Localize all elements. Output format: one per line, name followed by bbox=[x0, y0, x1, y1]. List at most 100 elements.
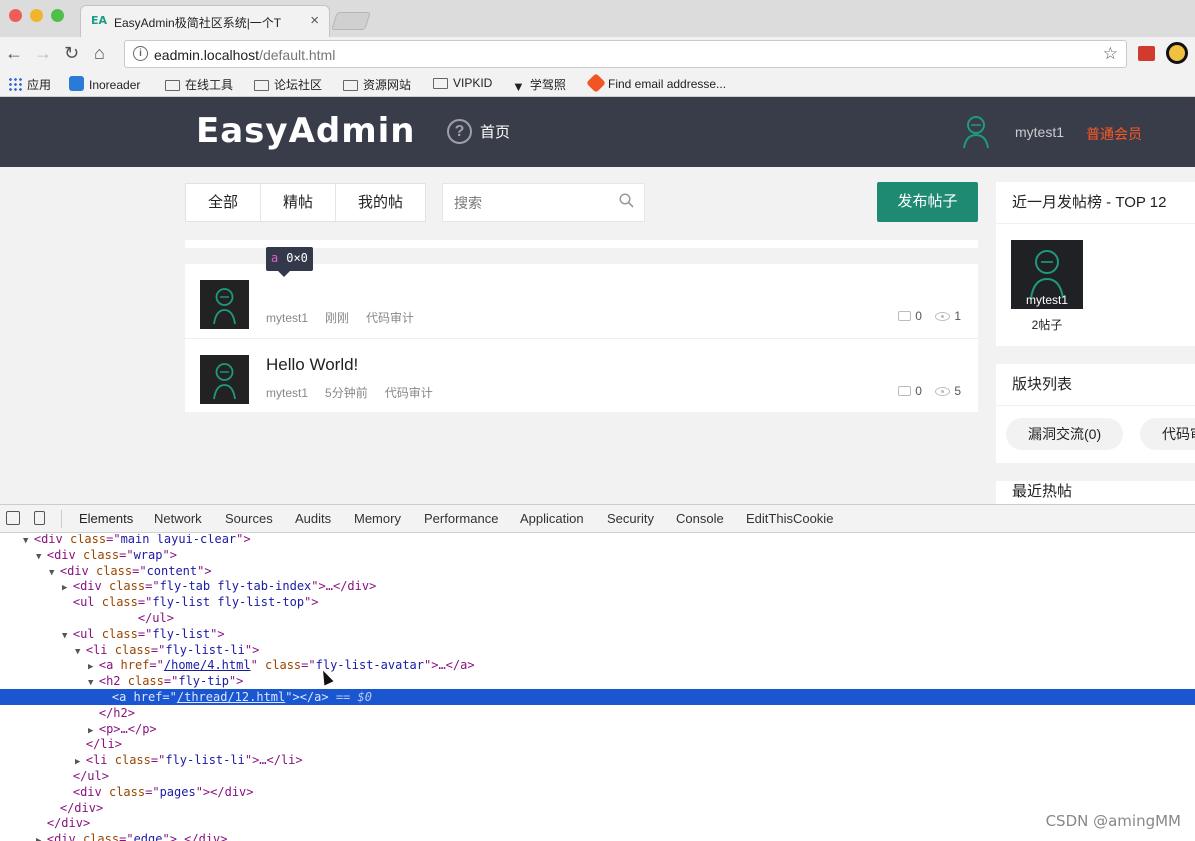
post-author[interactable]: mytest1 bbox=[266, 311, 308, 325]
dom-node-line[interactable]: ▶ <p>…</p> bbox=[0, 721, 1195, 737]
expand-arrow-icon[interactable]: ▶ bbox=[75, 757, 86, 767]
devtools-tab-editthiscookie[interactable]: EditThisCookie bbox=[746, 511, 833, 526]
new-post-button[interactable]: 发布帖子 bbox=[877, 182, 978, 222]
collapse-arrow-icon[interactable] bbox=[62, 773, 73, 783]
avatar[interactable]: mytest1 bbox=[1011, 240, 1083, 309]
collapse-arrow-icon[interactable]: ▼ bbox=[88, 678, 99, 688]
inspect-element-icon[interactable] bbox=[6, 511, 20, 525]
dom-node-line[interactable]: ▼ <div class="content"> bbox=[0, 563, 1195, 579]
info-icon[interactable]: i bbox=[133, 46, 148, 61]
reload-icon[interactable]: ↻ bbox=[64, 43, 79, 64]
dom-node-line[interactable]: <ul class="fly-list fly-list-top"> bbox=[0, 594, 1195, 610]
collapse-arrow-icon[interactable] bbox=[88, 710, 99, 720]
dom-node-line[interactable]: ▼ <div class="wrap"> bbox=[0, 547, 1195, 563]
devtools-tab-sources[interactable]: Sources bbox=[225, 511, 273, 526]
devtools-tab-network[interactable]: Network bbox=[154, 511, 202, 526]
collapse-arrow-icon[interactable]: ▼ bbox=[75, 647, 86, 657]
dom-node-line[interactable]: ▼ <div class="main layui-clear"> bbox=[0, 534, 1195, 547]
post-title-link[interactable]: Hello World! bbox=[266, 355, 358, 375]
bookmark-apps[interactable]: 应用 bbox=[8, 76, 51, 93]
forum-tag[interactable]: 漏洞交流(0) bbox=[1006, 418, 1124, 450]
top-user-card[interactable]: mytest1 2帖子 bbox=[1011, 240, 1083, 333]
collapse-arrow-icon[interactable]: ▼ bbox=[49, 568, 60, 578]
bookmark-driving[interactable]: ▼ 学驾照 bbox=[512, 76, 566, 94]
devtools-tab-performance[interactable]: Performance bbox=[424, 511, 498, 526]
post-author[interactable]: mytest1 bbox=[266, 386, 308, 400]
author-avatar[interactable] bbox=[200, 280, 249, 329]
dom-node-line[interactable]: <div class="pages"></div> bbox=[0, 784, 1195, 800]
bookmark-inoreader[interactable]: Inoreader bbox=[69, 76, 140, 92]
tag-name: </ul> bbox=[137, 611, 174, 625]
dom-node-line[interactable]: ▶ <a href="/home/4.html" class="fly-list… bbox=[0, 657, 1195, 673]
dom-node-line[interactable]: ▶ <div class="fly-tab fly-tab-index">…</… bbox=[0, 578, 1195, 594]
dom-node-line[interactable]: ▼ <h2 class="fly-tip"> bbox=[0, 673, 1195, 689]
author-avatar[interactable] bbox=[200, 355, 249, 404]
maximize-window-button[interactable] bbox=[51, 9, 64, 22]
bookmark-star-icon[interactable]: ☆ bbox=[1103, 44, 1118, 64]
close-window-button[interactable] bbox=[9, 9, 22, 22]
new-tab-button[interactable] bbox=[331, 12, 371, 30]
bookmark-folder-forums[interactable]: 论坛社区 bbox=[254, 76, 322, 93]
tab-close-icon[interactable]: × bbox=[310, 12, 319, 29]
collapse-arrow-icon[interactable] bbox=[36, 820, 47, 830]
site-logo[interactable]: EasyAdmin bbox=[196, 111, 416, 151]
devtools-tab-application[interactable]: Application bbox=[520, 511, 584, 526]
dom-node-line[interactable]: </div> bbox=[0, 815, 1195, 831]
search-box bbox=[442, 183, 645, 222]
extension-icon[interactable] bbox=[1138, 46, 1155, 61]
user-avatar-icon[interactable] bbox=[962, 115, 990, 149]
browser-tab[interactable]: EA EasyAdmin极简社区系统|一个T × bbox=[80, 5, 330, 37]
collapse-arrow-icon[interactable] bbox=[49, 805, 60, 815]
back-arrow-icon[interactable]: ← bbox=[5, 43, 23, 64]
home-icon[interactable]: ⌂ bbox=[94, 43, 105, 64]
dom-node-line[interactable]: </ul> bbox=[0, 610, 1195, 626]
device-toolbar-icon[interactable] bbox=[34, 511, 45, 525]
expand-arrow-icon[interactable]: ▶ bbox=[62, 583, 73, 593]
tab-featured[interactable]: 精帖 bbox=[261, 184, 336, 221]
dom-node-line[interactable]: ▼ <li class="fly-list-li"> bbox=[0, 642, 1195, 658]
header-username[interactable]: mytest1 bbox=[1015, 124, 1064, 140]
collapse-arrow-icon[interactable]: ▼ bbox=[23, 536, 34, 546]
bookmark-folder-resources[interactable]: 资源网站 bbox=[343, 76, 411, 93]
dom-node-line[interactable]: </ul> bbox=[0, 768, 1195, 784]
collapse-arrow-icon[interactable]: ▼ bbox=[36, 552, 47, 562]
dom-node-line[interactable]: ▶ <li class="fly-list-li">…</li> bbox=[0, 752, 1195, 768]
dom-node-line[interactable]: ▼ <ul class="fly-list"> bbox=[0, 626, 1195, 642]
tab-my-posts[interactable]: 我的帖 bbox=[336, 184, 425, 221]
collapse-arrow-icon[interactable] bbox=[75, 741, 86, 751]
tab-all[interactable]: 全部 bbox=[186, 184, 261, 221]
dom-node-line[interactable]: </div> bbox=[0, 800, 1195, 816]
tooltip-tag: a bbox=[271, 251, 279, 265]
forward-arrow-icon[interactable]: → bbox=[34, 43, 52, 64]
nav-home-link[interactable]: ? 首页 bbox=[447, 119, 510, 145]
minimize-window-button[interactable] bbox=[30, 9, 43, 22]
forum-tag[interactable]: 代码审 bbox=[1140, 418, 1195, 450]
omnibox[interactable]: i eadmin.localhost/default.html ☆ bbox=[124, 40, 1127, 68]
expand-arrow-icon[interactable]: ▶ bbox=[36, 836, 47, 841]
devtools-tab-security[interactable]: Security bbox=[607, 511, 654, 526]
collapse-arrow-icon[interactable] bbox=[101, 694, 112, 704]
tag-close: >…</li> bbox=[252, 753, 303, 768]
search-icon[interactable] bbox=[619, 193, 634, 208]
url-text[interactable]: eadmin.localhost/default.html bbox=[154, 47, 335, 63]
dom-node-line[interactable]: <a href="/thread/12.html"></a> == $0 bbox=[0, 689, 1195, 705]
bookmark-find-email[interactable]: Find email addresse... bbox=[586, 73, 726, 93]
devtools-tab-audits[interactable]: Audits bbox=[295, 511, 331, 526]
devtools-tab-elements[interactable]: Elements bbox=[79, 511, 133, 526]
search-input[interactable] bbox=[443, 184, 613, 221]
collapse-arrow-icon[interactable] bbox=[62, 789, 73, 799]
dom-node-line[interactable]: </li> bbox=[0, 736, 1195, 752]
bookmark-folder-vipkid[interactable]: VIPKID bbox=[433, 76, 492, 90]
devtools-tab-memory[interactable]: Memory bbox=[354, 511, 401, 526]
collapse-arrow-icon[interactable] bbox=[127, 615, 138, 625]
comment-count: 0 bbox=[915, 309, 922, 323]
dom-node-line[interactable]: </h2> bbox=[0, 705, 1195, 721]
bookmark-folder-tools[interactable]: 在线工具 bbox=[165, 76, 233, 93]
expand-arrow-icon[interactable]: ▶ bbox=[88, 726, 99, 736]
collapse-arrow-icon[interactable] bbox=[62, 599, 73, 609]
devtools-tab-console[interactable]: Console bbox=[676, 511, 724, 526]
profile-avatar-icon[interactable] bbox=[1166, 42, 1188, 64]
collapse-arrow-icon[interactable]: ▼ bbox=[62, 631, 73, 641]
expand-arrow-icon[interactable]: ▶ bbox=[88, 662, 99, 672]
dom-node-line[interactable]: ▶ <div class="edge">…</div> bbox=[0, 831, 1195, 841]
